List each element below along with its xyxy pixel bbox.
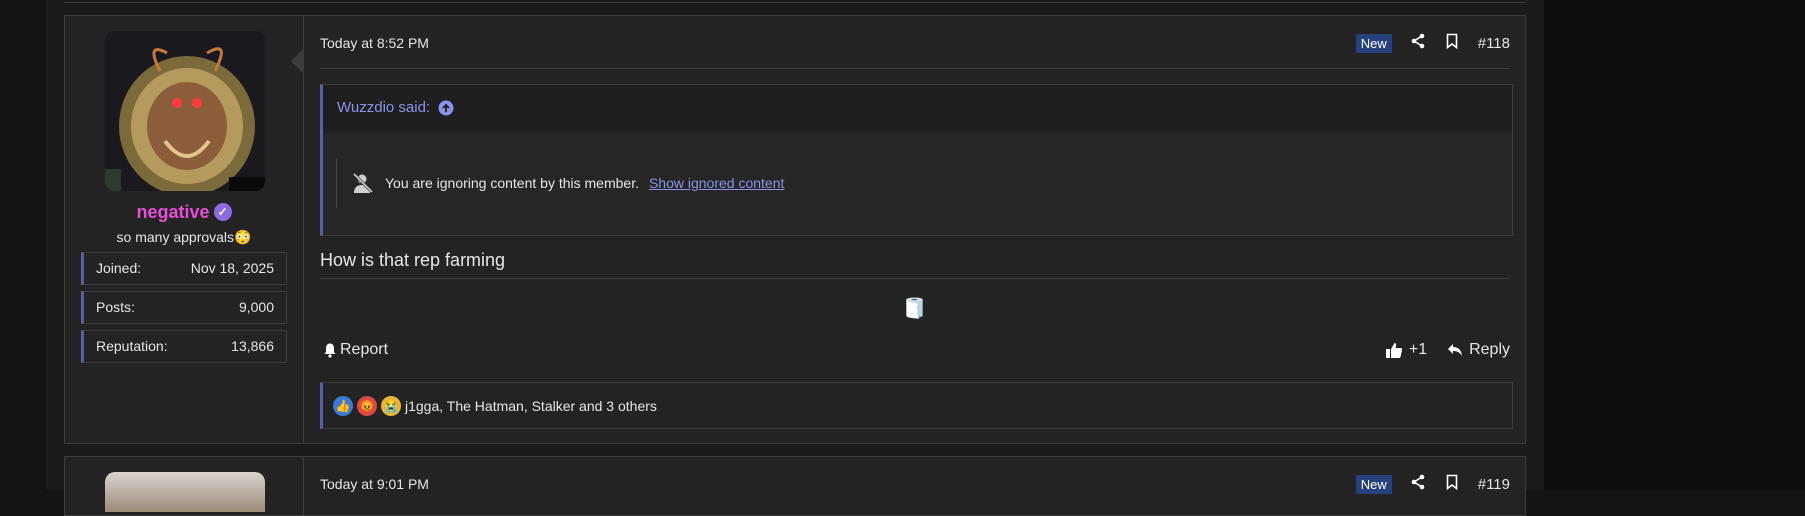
angry-reaction-icon: 😡 — [357, 395, 377, 416]
share-icon[interactable] — [1410, 33, 1426, 53]
post-actions: New #119 — [1355, 472, 1510, 496]
muted-user-icon — [352, 172, 374, 194]
post-content: Today at 8:52 PM New #118 Wuzzdio said: … — [291, 16, 1525, 443]
reply-button[interactable]: Reply — [1447, 341, 1510, 359]
ignored-notice: You are ignoring content by this member.… — [336, 158, 784, 208]
avatar[interactable] — [105, 472, 265, 512]
post-footer-actions: +1 Reply — [1385, 341, 1510, 359]
bell-icon — [324, 343, 336, 358]
quote-author[interactable]: Wuzzdio said: — [337, 99, 430, 116]
report-label[interactable]: Report — [340, 341, 388, 359]
reactions-bar[interactable]: 👍 😡 😭 j1gga, The Hatman, Stalker and 3 o… — [320, 382, 1513, 429]
new-badge: New — [1355, 33, 1392, 53]
like-reaction-icon: 👍 — [333, 395, 353, 416]
ignored-text: You are ignoring content by this member. — [385, 175, 639, 191]
arrow-up-circle-icon[interactable] — [438, 100, 454, 116]
post-arrow — [291, 48, 304, 74]
quote-body: You are ignoring content by this member.… — [323, 133, 1512, 235]
post-date[interactable]: Today at 8:52 PM — [320, 35, 429, 51]
quote-block: Wuzzdio said: You are ignoring content b… — [320, 84, 1513, 236]
post-body: How is that rep farming — [320, 250, 506, 270]
stat-posts: Posts: 9,000 — [81, 291, 287, 324]
stat-label: Reputation: — [96, 338, 168, 354]
post-number[interactable]: #118 — [1478, 35, 1510, 52]
post: Today at 9:01 PM New #119 — [64, 456, 1526, 516]
avatar[interactable] — [105, 31, 265, 191]
post-actions: New #118 — [1355, 31, 1510, 55]
username-text[interactable]: negative — [136, 202, 209, 222]
right-gutter — [1544, 0, 1805, 490]
header-divider — [320, 68, 1510, 69]
stat-value: 13,866 — [231, 338, 274, 354]
stat-label: Joined: — [96, 260, 142, 276]
signature-emoji-icon: 🧻 — [902, 298, 927, 320]
body-divider — [320, 278, 1510, 279]
stat-joined: Joined: Nov 18, 2025 — [81, 252, 287, 285]
post: negative ✓ so many approvals😳 Joined: Nov… — [64, 15, 1526, 444]
share-icon[interactable] — [1410, 474, 1426, 494]
previous-post-edge — [64, 0, 1526, 3]
post-content: Today at 9:01 PM New #119 — [304, 457, 1525, 515]
reactions-text[interactable]: j1gga, The Hatman, Stalker and 3 others — [405, 398, 657, 414]
user-title: so many approvals😳 — [116, 229, 252, 245]
quote-header[interactable]: Wuzzdio said: — [337, 99, 454, 116]
like-button[interactable]: +1 — [1385, 341, 1427, 359]
thumbs-up-icon — [1385, 342, 1402, 358]
stat-value: Nov 18, 2025 — [190, 260, 274, 276]
like-count[interactable]: +1 — [1409, 341, 1427, 359]
post-user-cell: negative ✓ so many approvals😳 Joined: Nov… — [65, 16, 304, 443]
stat-value: 9,000 — [238, 299, 274, 315]
stat-reputation: Reputation: 13,866 — [81, 330, 287, 363]
new-badge: New — [1355, 474, 1392, 494]
verified-icon: ✓ — [213, 203, 232, 221]
show-ignored-link[interactable]: Show ignored content — [649, 175, 784, 191]
crying-reaction-icon: 😭 — [381, 395, 401, 416]
reply-label[interactable]: Reply — [1469, 341, 1510, 359]
reply-icon — [1448, 344, 1463, 356]
stat-label: Posts: — [96, 299, 135, 315]
bookmark-icon[interactable] — [1444, 474, 1460, 494]
bookmark-icon[interactable] — [1444, 33, 1460, 53]
report-button[interactable]: Report — [322, 341, 388, 359]
username[interactable]: negative ✓ — [65, 202, 303, 223]
post-user-cell — [65, 457, 304, 515]
